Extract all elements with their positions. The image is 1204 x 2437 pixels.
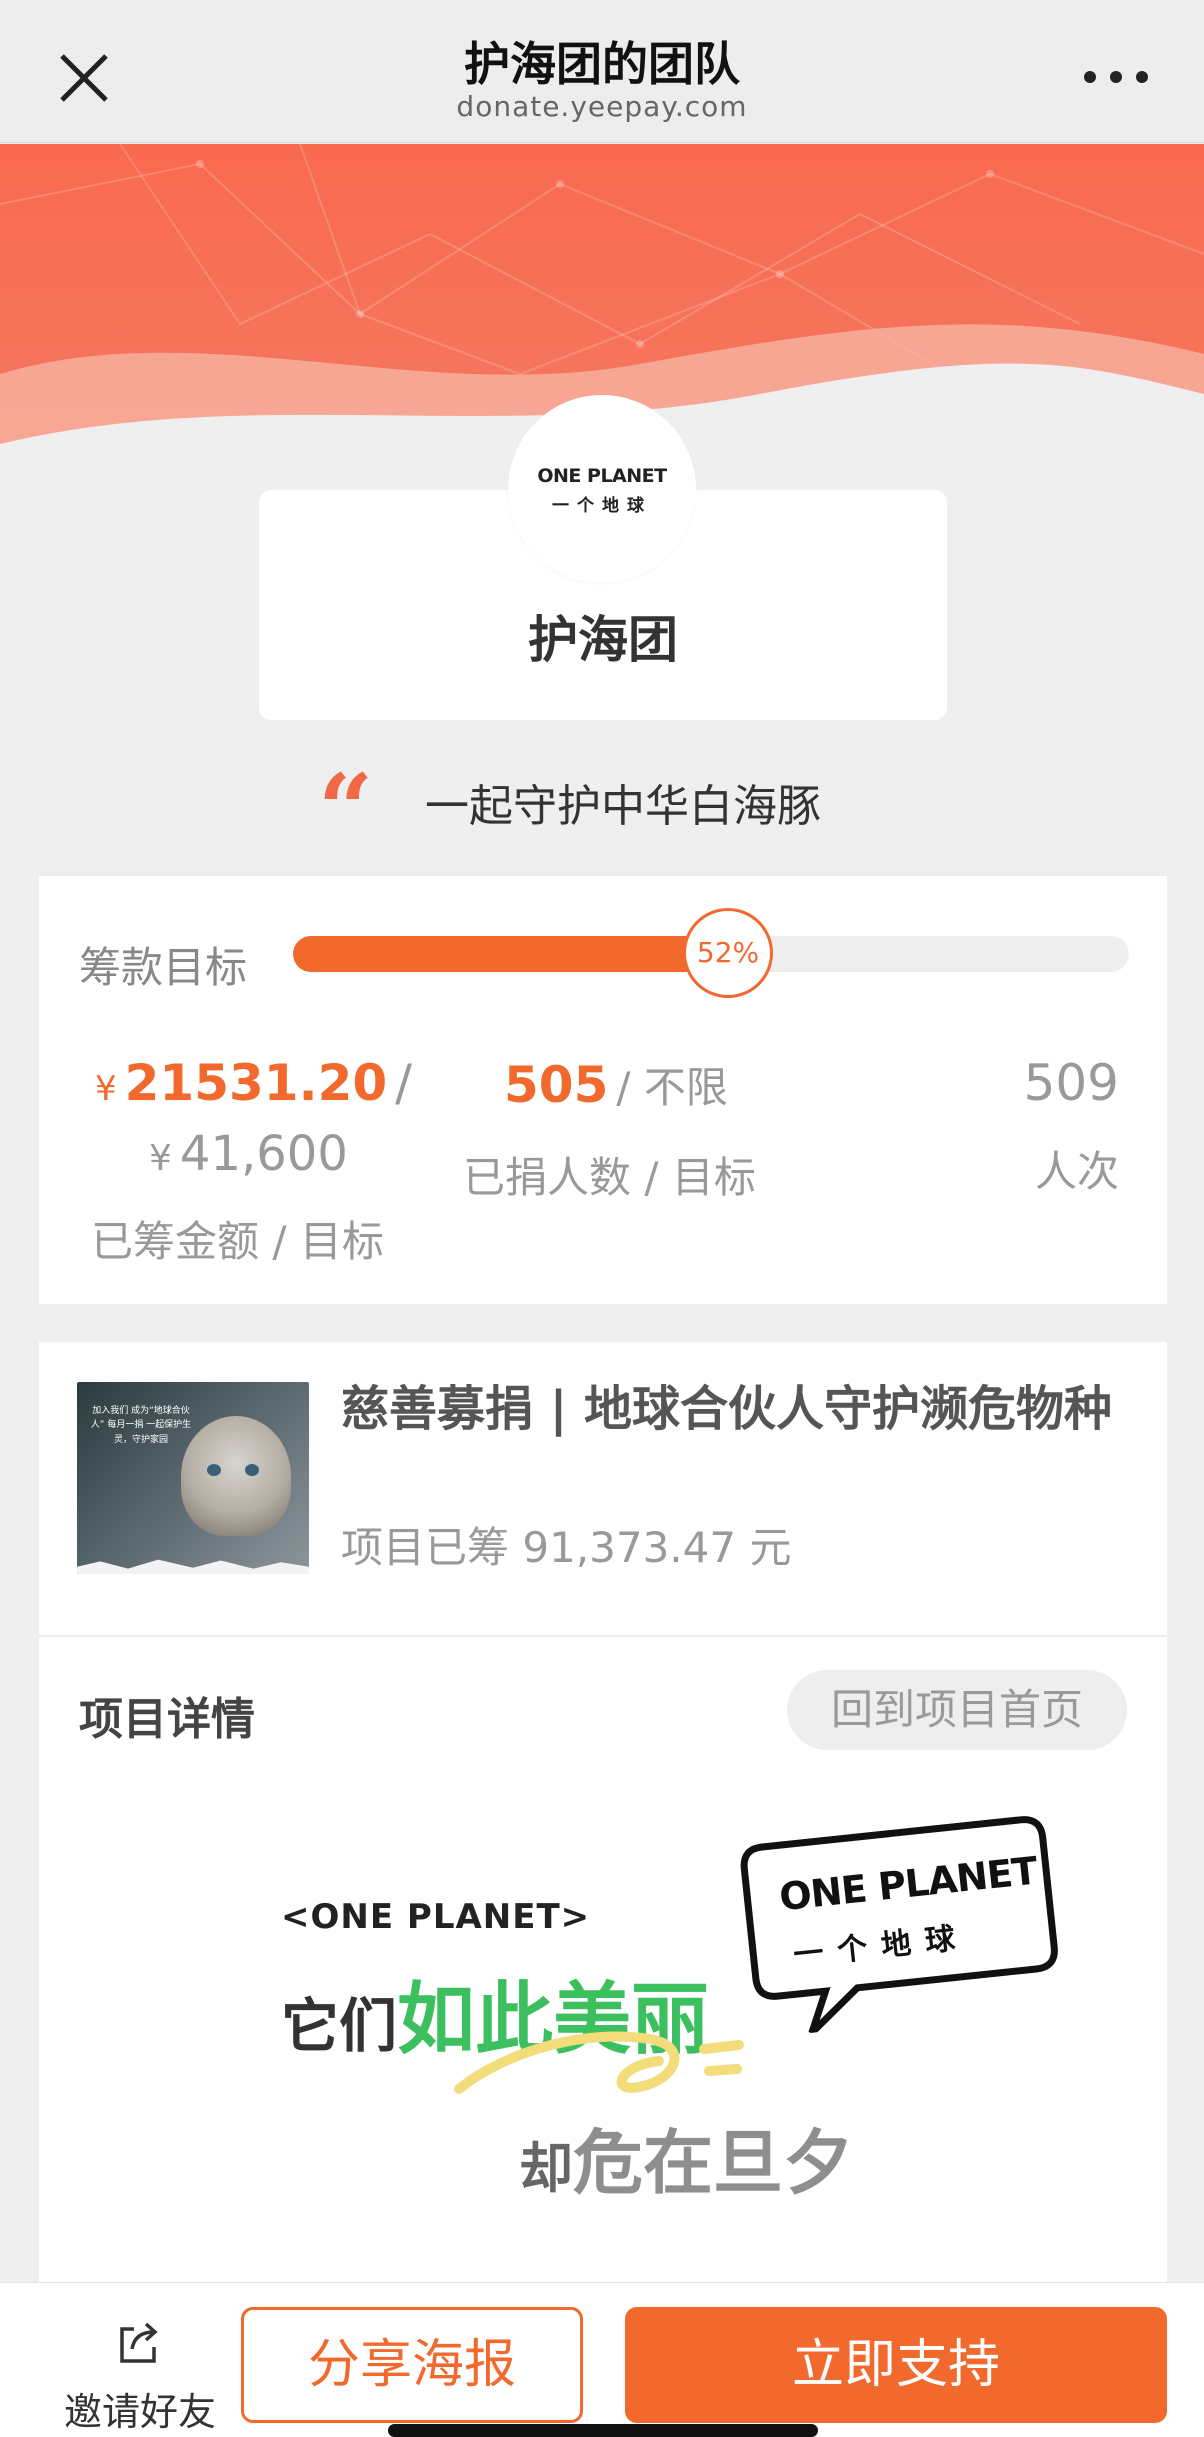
amount-raised-value: 21531.20 [124,1054,388,1112]
home-indicator [388,2424,818,2437]
project-details: 项目详情 回到项目首页 <ONE PLANET> 它们如此美丽 却危在旦夕 ON… [39,1637,1167,2287]
nav-bar: 护海团的团队 donate.yeepay.com [0,0,1204,143]
page-domain: donate.yeepay.com [456,90,748,123]
invite-friends-button[interactable]: 邀请好友 [60,2319,220,2434]
speech-bubble-logo: ONE PLANET 一个地球 [731,1807,1066,2036]
amount-target-value: 41,600 [179,1126,348,1182]
banner-subline: 却危在旦夕 [519,2107,853,2208]
donor-label: 已捐人数 / 目标 [463,1153,756,1202]
support-now-button[interactable]: 立即支持 [625,2307,1167,2423]
avatar-logo: ONE PLANET [537,465,667,487]
share-icon [120,2322,158,2363]
banner-subline-text: 危在旦夕 [573,2122,853,2204]
project-card[interactable]: 加入我们 成为“地球合伙人” 每月一捐 一起保护生灵，守护家园 慈善募捐 | 地… [39,1342,1167,1637]
amount-label: 已筹金额 / 目标 [91,1217,384,1266]
avatar-logo-sub: 一个地球 [552,496,652,516]
thumbnail-caption: 加入我们 成为“地球合伙人” 每月一捐 一起保护生灵，守护家园 [90,1406,192,1445]
invite-label: 邀请好友 [63,2390,216,2434]
progress-fill [293,936,728,972]
banner-prefix2: 却 [519,2137,573,2200]
torn-edge [77,1559,309,1574]
progress-bar: 52% [293,908,1129,998]
bottom-action-bar: 邀请好友 分享海报 立即支持 [0,2282,1204,2437]
project-thumbnail: 加入我们 成为“地球合伙人” 每月一捐 一起保护生灵，守护家园 [77,1382,309,1574]
team-slogan: “ 一起守护中华白海豚 [0,762,1204,858]
target-currency: ¥ [149,1138,172,1179]
amount-currency: ¥ [95,1069,117,1109]
progress-percent-badge: 52% [683,908,773,998]
quote-icon: “ [318,753,374,866]
banner-prefix: 它们 [281,1992,398,2060]
team-avatar: ONE PLANET 一个地球 [508,395,696,583]
donor-target: / 不限 [616,1063,728,1112]
banner-brand: <ONE PLANET> [281,1897,591,1937]
donor-count-value: 505 [504,1056,609,1114]
more-dots-icon[interactable] [1076,52,1156,102]
amount-target: ¥41,600 [149,1126,348,1182]
donation-times-label: 人次 [1034,1147,1119,1196]
amount-raised: ¥21531.20/ [95,1054,412,1112]
amount-separator: / [395,1054,413,1112]
progress-card: 筹款目标 52% ¥21531.20/ ¥41,600 已筹金额 / 目标 50… [39,876,1167,1304]
slogan-text: 一起守护中华白海豚 [425,781,821,832]
team-name: 护海团 [528,611,678,669]
share-poster-button[interactable]: 分享海报 [241,2307,583,2423]
details-title: 项目详情 [79,1694,255,1745]
scribble-decoration [454,2031,744,2094]
project-title: 慈善募捐 | 地球合伙人守护濒危物种 [341,1381,1112,1437]
goal-label: 筹款目标 [79,943,248,992]
donation-times: 509 [1023,1054,1119,1112]
donor-count: 505/ 不限 [504,1054,728,1115]
snow-leopard-image [181,1416,291,1536]
back-to-project-button[interactable]: 回到项目首页 [787,1670,1127,1750]
project-raised: 项目已筹 91,373.47 元 [341,1523,792,1572]
page-title: 护海团的团队 [464,37,740,91]
